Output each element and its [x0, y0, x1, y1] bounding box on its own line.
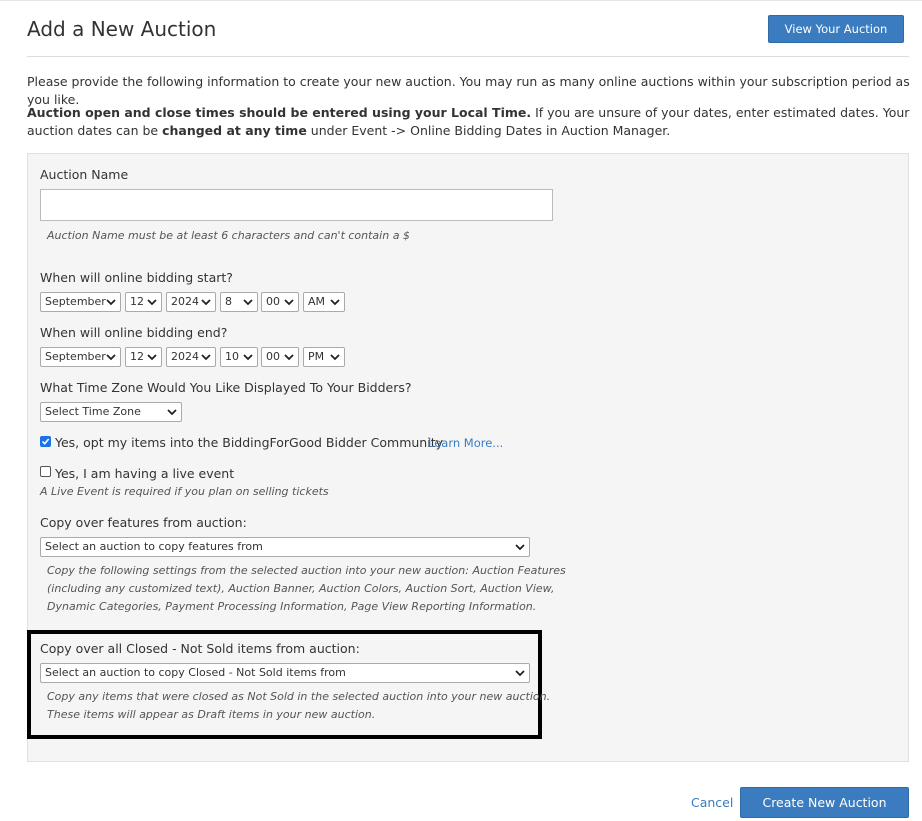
- chevron-down-icon: [147, 354, 157, 361]
- end-day-select[interactable]: 12: [125, 347, 162, 367]
- copy-features-help-1: Copy the following settings from the sel…: [47, 564, 566, 577]
- copy-items-help-1: Copy any items that were closed as Not S…: [47, 690, 551, 703]
- start-hour-select[interactable]: 8: [220, 292, 258, 312]
- community-label: Yes, opt my items into the BiddingForGoo…: [55, 435, 443, 450]
- start-day-select[interactable]: 12: [125, 292, 162, 312]
- chevron-down-icon: [330, 354, 340, 361]
- chevron-down-icon: [201, 354, 211, 361]
- end-hour-select[interactable]: 10: [220, 347, 258, 367]
- chevron-down-icon: [106, 354, 116, 361]
- copy-features-help-2: (including any customized text), Auction…: [47, 582, 555, 595]
- auction-name-label: Auction Name: [40, 167, 129, 182]
- chevron-down-icon: [284, 354, 294, 361]
- note-text-2: under Event -> Online Bidding Dates in A…: [306, 123, 671, 138]
- live-event-checkbox[interactable]: [40, 466, 51, 477]
- end-label: When will online bidding end?: [40, 325, 228, 340]
- start-month-select[interactable]: September: [40, 292, 121, 312]
- checkmark-icon: [41, 438, 50, 445]
- chevron-down-icon: [106, 299, 116, 306]
- chevron-down-icon: [284, 299, 294, 306]
- end-year-select[interactable]: 2024: [166, 347, 216, 367]
- start-day-value: 12: [130, 295, 144, 308]
- note-bold-changed: changed at any time: [162, 123, 307, 138]
- live-event-label: Yes, I am having a live event: [55, 466, 235, 481]
- cancel-link[interactable]: Cancel: [691, 795, 733, 810]
- note-bold-local-time: Auction open and close times should be e…: [27, 105, 532, 120]
- end-ampm-value: PM: [308, 350, 325, 363]
- copy-features-select[interactable]: Select an auction to copy features from: [40, 537, 530, 557]
- chevron-down-icon: [147, 299, 157, 306]
- top-divider: [0, 0, 922, 1]
- end-month-select[interactable]: September: [40, 347, 121, 367]
- live-event-help: A Live Event is required if you plan on …: [40, 485, 329, 498]
- view-auction-button[interactable]: View Your Auction: [768, 15, 904, 43]
- start-year-select[interactable]: 2024: [166, 292, 216, 312]
- start-ampm-value: AM: [308, 295, 326, 308]
- auction-name-input[interactable]: [40, 189, 553, 221]
- copy-items-label: Copy over all Closed - Not Sold items fr…: [40, 641, 360, 656]
- chevron-down-icon: [167, 409, 177, 416]
- start-ampm-select[interactable]: AM: [303, 292, 345, 312]
- chevron-down-icon: [243, 354, 253, 361]
- start-month-value: September: [45, 295, 106, 308]
- copy-items-value: Select an auction to copy Closed - Not S…: [45, 666, 346, 679]
- end-hour-value: 10: [225, 350, 239, 363]
- end-minute-value: 00: [266, 350, 280, 363]
- community-checkbox[interactable]: [40, 436, 51, 447]
- timezone-value: Select Time Zone: [45, 405, 141, 418]
- create-auction-button[interactable]: Create New Auction: [740, 787, 909, 818]
- local-time-note: Auction open and close times should be e…: [27, 104, 912, 140]
- chevron-down-icon: [515, 670, 525, 677]
- end-month-value: September: [45, 350, 106, 363]
- copy-features-help-3: Dynamic Categories, Payment Processing I…: [47, 600, 537, 613]
- learn-more-link[interactable]: Learn More...: [428, 436, 503, 450]
- title-divider: [27, 56, 909, 57]
- start-label: When will online bidding start?: [40, 270, 233, 285]
- end-minute-select[interactable]: 00: [261, 347, 299, 367]
- chevron-down-icon: [330, 299, 340, 306]
- end-year-value: 2024: [171, 350, 199, 363]
- start-year-value: 2024: [171, 295, 199, 308]
- copy-items-help-2: These items will appear as Draft items i…: [47, 708, 376, 721]
- start-minute-select[interactable]: 00: [261, 292, 299, 312]
- end-ampm-select[interactable]: PM: [303, 347, 345, 367]
- chevron-down-icon: [201, 299, 211, 306]
- start-hour-value: 8: [225, 295, 232, 308]
- copy-features-label: Copy over features from auction:: [40, 515, 247, 530]
- copy-items-select[interactable]: Select an auction to copy Closed - Not S…: [40, 663, 530, 683]
- timezone-select[interactable]: Select Time Zone: [40, 402, 182, 422]
- chevron-down-icon: [243, 299, 253, 306]
- auction-name-help: Auction Name must be at least 6 characte…: [47, 229, 410, 242]
- copy-features-value: Select an auction to copy features from: [45, 540, 263, 553]
- timezone-label: What Time Zone Would You Like Displayed …: [40, 380, 412, 395]
- chevron-down-icon: [515, 544, 525, 551]
- page-title: Add a New Auction: [27, 17, 217, 41]
- start-minute-value: 00: [266, 295, 280, 308]
- end-day-value: 12: [130, 350, 144, 363]
